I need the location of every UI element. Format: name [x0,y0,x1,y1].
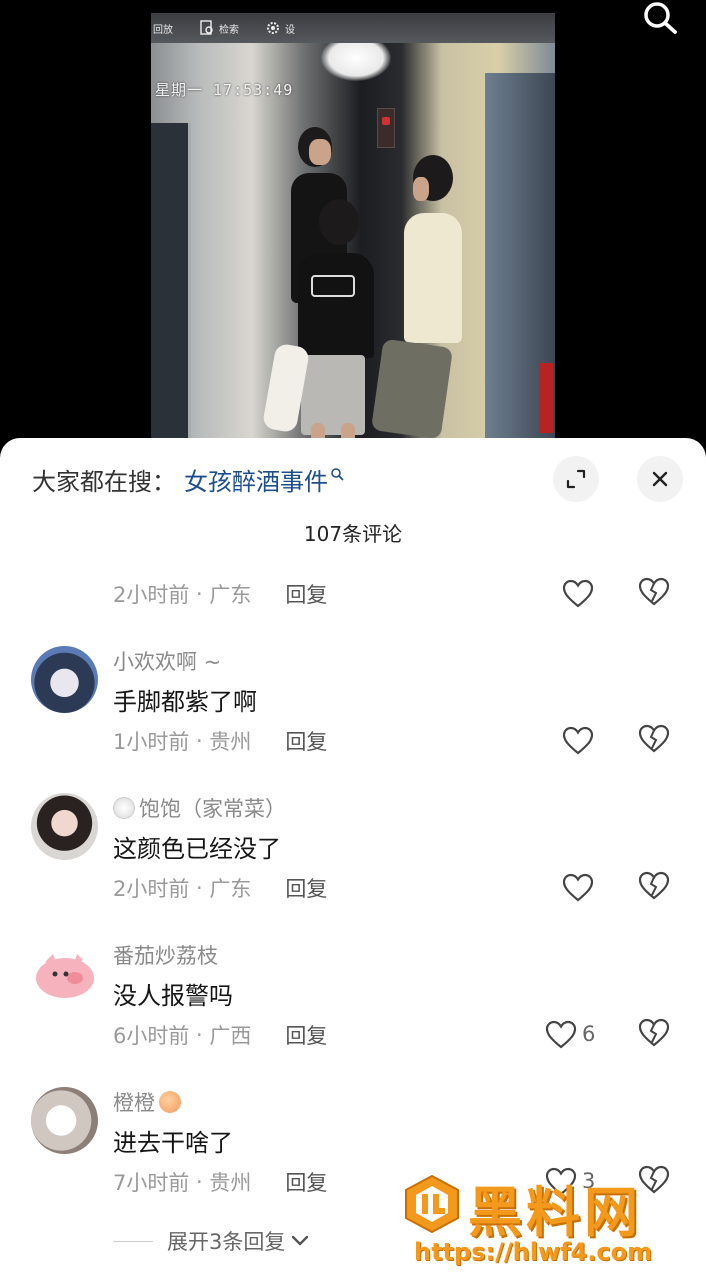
comment-count: 107条评论 [303,522,403,546]
hot-search-link[interactable]: 女孩醉酒事件 [184,462,328,497]
comment-author[interactable]: 番茄炒荔枝 [113,940,218,970]
like-button[interactable] [562,871,596,905]
heart-icon [562,579,594,608]
rice-bowl-icon [113,797,135,819]
avatar[interactable] [31,1087,98,1154]
comment-author[interactable]: 橙橙 [113,1087,181,1117]
reply-button[interactable]: 回复 [285,726,327,756]
comment-location: 贵州 [209,1171,252,1195]
file-search-icon [200,20,213,35]
video-player[interactable]: 回放 检索 设 星期一 17:53:49 [0,0,706,460]
comment-time: 1小时前 [113,730,190,754]
pig-avatar-icon [36,954,94,998]
broken-heart-icon [638,577,670,606]
watermark: 黑料网 https://hlwf4.com [402,1168,702,1280]
broken-heart-icon [638,724,670,753]
search-icon [644,2,677,34]
like-count: 6 [582,1022,596,1046]
reply-button[interactable]: 回复 [285,873,327,903]
heart-icon [562,726,594,755]
comment-author[interactable]: 小欢欢啊 ~ [113,646,221,676]
comment-time: 2小时前 [113,877,190,901]
comment-text: 这颜色已经没了 [113,835,281,863]
comment-location: 贵州 [209,730,252,754]
comment-time: 2小时前 [113,583,190,607]
playback-label: 回放 [153,24,173,36]
watermark-logo-icon [405,1174,459,1234]
gear-icon [267,22,279,34]
peach-icon [159,1091,181,1113]
avatar[interactable] [31,793,98,860]
heart-icon [545,1020,577,1049]
cctv-frame: 回放 检索 设 星期一 17:53:49 [151,13,555,443]
comment-author[interactable]: 饱饱（家常菜） [113,793,286,823]
watermark-url: https://hlwf4.com [414,1238,653,1266]
comment-sheet: 大家都在搜： 女孩醉酒事件 107条评论 2小时前 · 广东 回复 小欢欢啊 ~… [0,438,706,1280]
expand-replies-button[interactable]: 展开3条回复 [113,1226,311,1256]
comment-location: 广东 [209,583,252,607]
cctv-toolbar: 回放 检索 设 [151,13,555,43]
comment-time: 7小时前 [113,1171,190,1195]
hot-search-bar: 大家都在搜： 女孩醉酒事件 [32,462,344,497]
settings-label: 设 [285,24,295,36]
dislike-button[interactable] [638,871,672,905]
like-button[interactable] [562,724,596,758]
search-label: 检索 [219,24,239,36]
comment-time: 6小时前 [113,1024,190,1048]
hot-search-prefix: 大家都在搜： [32,468,176,496]
comment-location: 广西 [209,1024,252,1048]
reply-button[interactable]: 回复 [285,579,327,609]
broken-heart-icon [638,871,670,900]
avatar[interactable] [31,940,98,1007]
avatar[interactable] [31,646,98,713]
like-button[interactable] [545,1018,579,1052]
dislike-button[interactable] [638,724,672,758]
comment-text: 进去干啥了 [113,1129,233,1157]
watermark-title: 黑料网 [468,1181,642,1244]
dislike-button[interactable] [638,1018,672,1052]
search-icon [331,467,344,480]
expand-icon [566,469,586,489]
heart-icon [562,873,594,902]
chevron-down-icon [292,1235,309,1246]
comment-text: 手脚都紫了啊 [113,688,257,716]
reply-button[interactable]: 回复 [285,1167,327,1197]
like-button[interactable] [562,577,596,611]
close-icon [652,471,668,487]
search-button[interactable] [638,0,684,40]
comment-text: 没人报警吗 [113,982,233,1010]
cctv-timestamp: 星期一 17:53:49 [155,81,294,99]
close-button[interactable] [637,456,683,502]
divider [113,1240,153,1242]
broken-heart-icon [638,1018,670,1047]
dislike-button[interactable] [638,577,672,611]
comment-location: 广东 [209,877,252,901]
expand-button[interactable] [553,456,599,502]
reply-button[interactable]: 回复 [285,1020,327,1050]
